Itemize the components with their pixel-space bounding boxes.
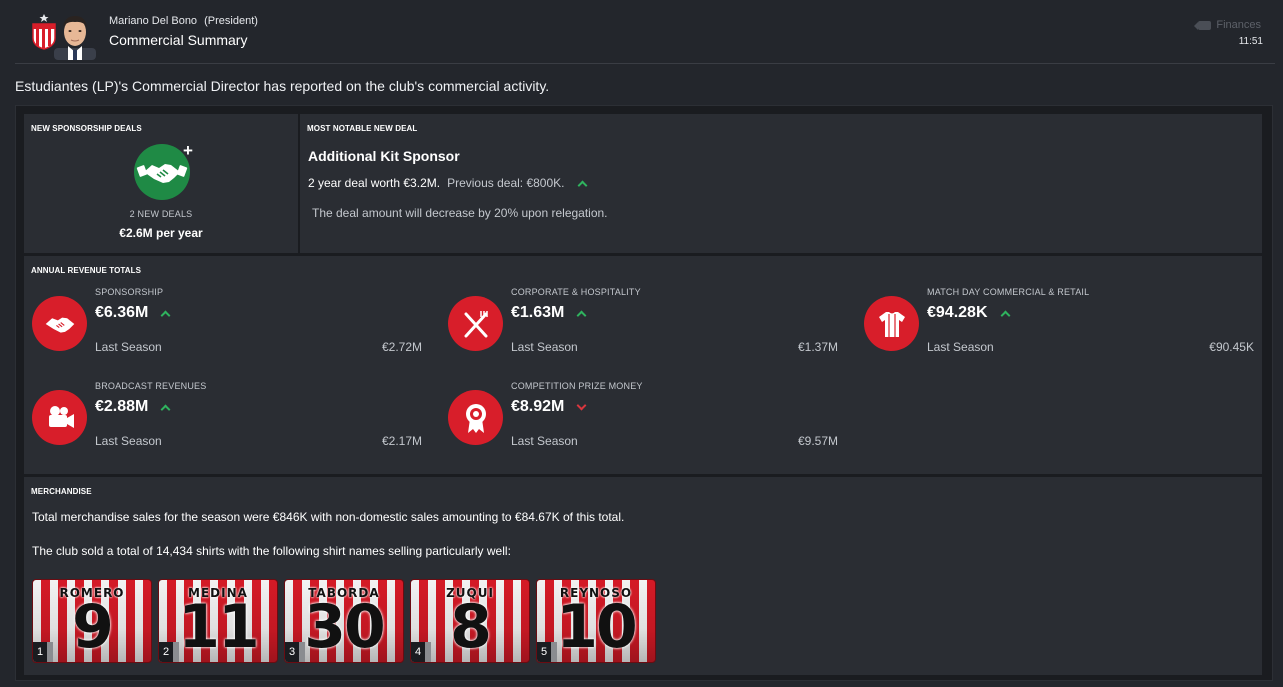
camera-icon [32, 390, 87, 445]
cutlery-icon [448, 296, 503, 351]
revenue-value: €2.88M [95, 398, 171, 416]
shirt-rank: 1 [33, 642, 53, 662]
shirt-rank: 2 [159, 642, 179, 662]
panel-title: MOST NOTABLE NEW DEAL [307, 124, 418, 133]
deal-terms: 2 year deal worth €3.2M. Previous deal: … [308, 176, 587, 190]
deal-worth: 2 year deal worth €3.2M. [308, 176, 441, 190]
handshake-icon [32, 296, 87, 351]
trend-up-icon [576, 310, 587, 320]
last-season-label: Last Season [511, 340, 578, 354]
shirt-card[interactable]: REYNOSO 10 5 [536, 579, 656, 663]
last-season-value: €90.45K [1209, 340, 1254, 354]
deal-name: Additional Kit Sponsor [308, 148, 460, 164]
last-season-label: Last Season [511, 434, 578, 448]
last-season-value: €2.17M [381, 434, 422, 448]
report-body: NEW SPONSORSHIP DEALS + 2 NEW DEALS €2.6… [15, 105, 1273, 681]
panel-title: NEW SPONSORSHIP DEALS [31, 124, 142, 133]
revenue-item-corporate: CORPORATE & HOSPITALITY €1.63M Last Seas… [448, 287, 838, 367]
revenue-value: €1.63M [511, 304, 587, 322]
new-sponsorship-panel: NEW SPONSORSHIP DEALS + 2 NEW DEALS €2.6… [24, 114, 298, 253]
trend-up-icon [160, 404, 171, 414]
category-label: Finances [1216, 19, 1261, 31]
last-season-label: Last Season [95, 340, 162, 354]
shirt-card[interactable]: TABORDA 30 3 [284, 579, 404, 663]
merch-sales-text: Total merchandise sales for the season w… [32, 510, 625, 524]
trend-up-icon [1000, 310, 1010, 320]
deal-total: €2.6M per year [119, 226, 203, 240]
plus-icon: + [183, 141, 193, 160]
revenue-label: SPONSORSHIP [95, 287, 164, 297]
tag-icon [1194, 20, 1212, 30]
panel-title: ANNUAL REVENUE TOTALS [31, 266, 142, 275]
deal-count: 2 NEW DEALS [129, 209, 193, 219]
revenue-value: €6.36M [95, 304, 171, 322]
revenue-value: €94.28K [927, 304, 1010, 322]
message-time: 11:51 [1238, 36, 1263, 47]
notable-deal-panel: MOST NOTABLE NEW DEAL Additional Kit Spo… [300, 114, 1262, 253]
shirt-list: ROMERO 9 1 MEDINA 11 2 TABORDA 30 3 ZUQU… [32, 579, 656, 663]
merchandise-panel: MERCHANDISE Total merchandise sales for … [24, 477, 1262, 675]
revenue-item-broadcast: BROADCAST REVENUES €2.88M Last Season €2… [32, 381, 422, 461]
shirt-icon [864, 296, 919, 351]
deal-note: The deal amount will decrease by 20% upo… [312, 206, 608, 220]
revenue-item-prize-money: COMPETITION PRIZE MONEY €8.92M Last Seas… [448, 381, 838, 461]
revenue-label: COMPETITION PRIZE MONEY [511, 381, 643, 391]
revenue-item-sponsorship: SPONSORSHIP €6.36M Last Season €2.72M [32, 287, 422, 367]
annual-revenue-panel: ANNUAL REVENUE TOTALS SPONSORSHIP €6.36M… [24, 256, 1262, 474]
category-tag[interactable]: Finances [1194, 19, 1261, 31]
sender-name[interactable]: Mariano Del Bono [109, 15, 197, 27]
previous-deal: Previous deal: €800K. [447, 176, 565, 190]
last-season-label: Last Season [95, 434, 162, 448]
revenue-item-matchday: MATCH DAY COMMERCIAL & RETAIL €94.28K La… [864, 287, 1254, 367]
intro-text: Estudiantes (LP)'s Commercial Director h… [15, 78, 550, 94]
avatar[interactable] [54, 10, 96, 60]
shirt-rank: 5 [537, 642, 557, 662]
trend-up-icon [160, 310, 171, 320]
last-season-value: €1.37M [797, 340, 838, 354]
revenue-label: BROADCAST REVENUES [95, 381, 207, 391]
shirt-rank: 3 [285, 642, 305, 662]
revenue-label: MATCH DAY COMMERCIAL & RETAIL [927, 287, 1090, 297]
rosette-icon [448, 390, 503, 445]
divider [15, 63, 1275, 64]
revenue-value: €8.92M [511, 398, 587, 416]
panel-title: MERCHANDISE [31, 487, 92, 496]
revenue-label: CORPORATE & HOSPITALITY [511, 287, 641, 297]
message-subject: Commercial Summary [109, 32, 248, 48]
shirt-card[interactable]: ZUQUI 8 4 [410, 579, 530, 663]
last-season-label: Last Season [927, 340, 994, 354]
shirt-card[interactable]: MEDINA 11 2 [158, 579, 278, 663]
sender-role: (President) [204, 15, 258, 27]
trend-down-icon [576, 400, 587, 411]
shirt-sales-text: The club sold a total of 14,434 shirts w… [32, 544, 511, 558]
message-header: Mariano Del Bono (President) Commercial … [0, 0, 1283, 64]
trend-up-icon [577, 180, 587, 190]
last-season-value: €9.57M [797, 434, 838, 448]
sender-line: Mariano Del Bono (President) [109, 15, 258, 27]
shirt-card[interactable]: ROMERO 9 1 [32, 579, 152, 663]
shirt-rank: 4 [411, 642, 431, 662]
handshake-icon [134, 144, 190, 200]
last-season-value: €2.72M [381, 340, 422, 354]
